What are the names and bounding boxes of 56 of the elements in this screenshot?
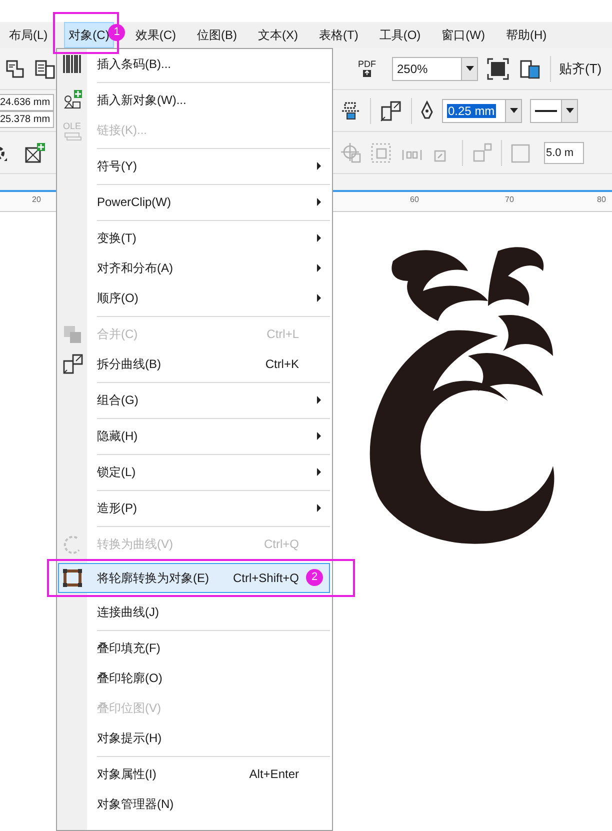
export-icon (362, 69, 372, 78)
menu-item[interactable]: 效果(C) (130, 22, 182, 48)
combine-icon (62, 323, 84, 345)
menu-item[interactable]: 隐藏(H) (58, 421, 330, 451)
pdf-export-button[interactable]: PDF (358, 59, 376, 78)
ruler-label: 70 (505, 194, 514, 206)
insert-object-icon (62, 89, 84, 111)
x-position-field[interactable]: 24.636 mm (0, 94, 54, 110)
ruler-label: 20 (32, 194, 41, 206)
menu-item[interactable]: 对象(C) (64, 22, 114, 48)
align-icon[interactable] (340, 100, 362, 122)
menu-item[interactable]: 连接曲线(J) (58, 597, 330, 627)
menu-item[interactable]: 造形(P) (58, 493, 330, 523)
new-frame-icon[interactable] (24, 142, 46, 164)
menu-item[interactable]: 锁定(L) (58, 457, 330, 487)
menu-item[interactable]: 插入新对象(W)... (58, 85, 330, 115)
menu-item[interactable]: 表格(T) (314, 22, 364, 48)
menu-item[interactable]: 符号(Y) (58, 151, 330, 181)
ruler-label: 80 (597, 194, 606, 206)
menu-item[interactable]: 对象提示(H) (58, 723, 330, 753)
menu-item[interactable]: 组合(G) (58, 385, 330, 415)
menu-item[interactable]: 布局(L) (4, 22, 53, 48)
menu-item[interactable]: 拆分曲线(B) Ctrl+K (58, 349, 330, 379)
line-icon (535, 108, 557, 112)
menu-item[interactable]: 对齐和分布(A) (58, 253, 330, 283)
full-screen-icon[interactable] (486, 56, 510, 80)
page-icon[interactable] (4, 58, 26, 80)
menu-item[interactable]: 对象属性(I) Alt+Enter (58, 759, 330, 789)
menu-item[interactable]: 叠印填充(F) (58, 633, 330, 663)
split-icon[interactable] (379, 98, 403, 122)
offset-field[interactable]: 5.0 m (544, 142, 584, 164)
menu-item[interactable]: 插入条码(B)... (58, 49, 330, 79)
snap-menu[interactable]: 贴齐(T) (559, 58, 602, 78)
zoom-combo[interactable]: 250% (392, 56, 478, 80)
outline-to-object-icon (62, 567, 84, 589)
menu-item[interactable]: PowerClip(W) (58, 187, 330, 217)
menu-item[interactable]: 顺序(O) (58, 283, 330, 313)
dropdown-arrow-icon (466, 66, 474, 71)
barcode-icon (62, 53, 84, 75)
menu-item[interactable]: 窗口(W) (436, 22, 490, 48)
break-apart-icon (62, 353, 84, 375)
menu-item[interactable]: 位图(B) (192, 22, 242, 48)
line-style-combo[interactable] (530, 98, 578, 122)
ruler-label: 60 (410, 194, 419, 206)
pen-nib-icon[interactable] (420, 100, 434, 122)
dropdown-arrow-icon (566, 108, 574, 113)
pages-icon[interactable] (34, 58, 56, 80)
menu-item[interactable]: 帮助(H) (501, 22, 552, 48)
menu-item[interactable]: 变换(T) (58, 223, 330, 253)
outline-width-combo[interactable]: 0.25 mm (442, 98, 522, 122)
menu-item[interactable]: 工具(O) (374, 22, 426, 48)
menu-item[interactable]: 文本(X) (253, 22, 304, 48)
menu-item[interactable]: 叠印轮廓(O) (58, 663, 330, 693)
menu-item[interactable]: 对象管理器(N) (58, 789, 330, 819)
y-position-field[interactable]: 25.378 mm (0, 110, 54, 128)
dropdown-arrow-icon (510, 108, 518, 113)
